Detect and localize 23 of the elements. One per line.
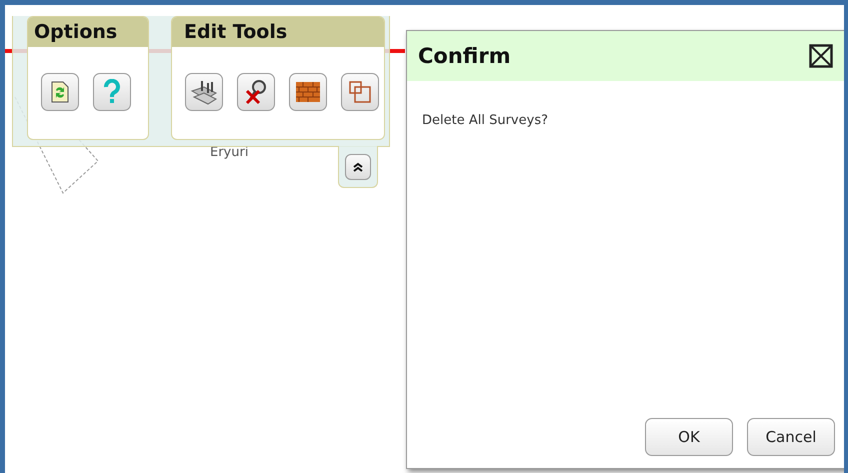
- overlapping-squares-icon: [348, 80, 372, 104]
- dialog-button[interactable]: OK: [645, 418, 733, 456]
- dialog-title: Confirm: [418, 44, 511, 68]
- help-icon: [102, 79, 122, 105]
- map-label: Eryuri: [210, 145, 248, 160]
- double-chevron-up-icon: [353, 162, 363, 172]
- collapse-button[interactable]: [345, 154, 371, 180]
- group-title: Options: [28, 17, 148, 47]
- delete-pin-icon: [244, 79, 268, 105]
- help-tool-button[interactable]: [93, 73, 131, 111]
- survey-tool-icon: [190, 79, 218, 105]
- dialog-message: Delete All Surveys?: [422, 113, 549, 128]
- dialog-button[interactable]: Cancel: [747, 418, 835, 456]
- delete-tool-button[interactable]: [237, 73, 275, 111]
- brick-wall-icon: [295, 80, 321, 104]
- group-title: Edit Tools: [172, 17, 384, 47]
- refresh-tool-button[interactable]: [41, 73, 79, 111]
- close-icon: [809, 44, 833, 68]
- refresh-page-icon: [49, 80, 71, 104]
- survey-tool-button[interactable]: [185, 73, 223, 111]
- frame-tool-button[interactable]: [341, 73, 379, 111]
- wall-tool-button[interactable]: [289, 73, 327, 111]
- close-button[interactable]: [809, 44, 833, 68]
